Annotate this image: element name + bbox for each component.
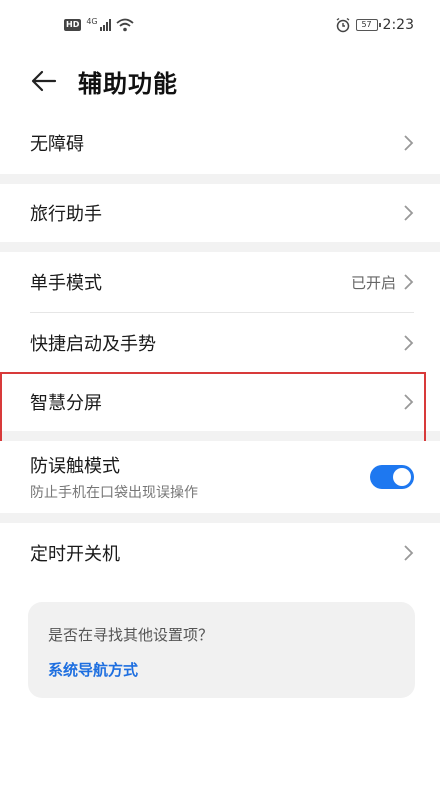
row-scheduled-power[interactable]: 定时开关机 — [0, 523, 440, 583]
row-label: 旅行助手 — [30, 204, 102, 225]
row-label: 定时开关机 — [30, 544, 120, 565]
chevron-right-icon — [404, 545, 414, 561]
row-subtitle: 防止手机在口袋出现误操作 — [30, 485, 198, 501]
row-one-hand-mode[interactable]: 单手模式 已开启 — [0, 252, 440, 312]
row-right — [402, 134, 414, 152]
hd-badge: HD — [64, 19, 82, 31]
row-smart-split[interactable]: 智慧分屏 — [0, 373, 440, 431]
section-gap — [0, 431, 440, 441]
arrow-left-icon — [31, 70, 57, 92]
signal-icon — [99, 19, 111, 31]
section-gap — [0, 242, 440, 252]
chevron-right-icon — [404, 394, 414, 410]
row-label: 防误触模式 — [30, 456, 120, 477]
row-quick-launch[interactable]: 快捷启动及手势 — [0, 313, 440, 373]
chevron-right-icon — [404, 335, 414, 351]
row-label: 无障碍 — [30, 134, 84, 155]
status-bar: HD 4G 57 2:23 — [0, 0, 440, 50]
alarm-icon — [336, 17, 349, 33]
section-gap — [0, 174, 440, 184]
help-card: 是否在寻找其他设置项？ 系统导航方式 — [28, 602, 415, 698]
row-accidental-touch: 防误触模式 防止手机在口袋出现误操作 — [0, 441, 440, 513]
row-right — [402, 204, 414, 222]
status-time: 2:23 — [382, 17, 414, 33]
wifi-icon — [116, 18, 134, 32]
status-value: 已开启 — [350, 273, 396, 292]
row-travel-assistant[interactable]: 旅行助手 — [0, 184, 440, 242]
status-left: HD 4G — [64, 16, 134, 32]
back-button[interactable] — [28, 65, 60, 97]
row-right: 已开启 — [351, 272, 414, 293]
chevron-right-icon — [404, 205, 414, 221]
row-label: 单手模式 — [30, 273, 102, 294]
row-label: 快捷启动及手势 — [30, 334, 156, 355]
page-header: 辅助功能 — [0, 50, 440, 112]
chevron-right-icon — [404, 135, 414, 151]
chevron-right-icon — [404, 274, 414, 290]
row-label: 智慧分屏 — [30, 393, 102, 414]
status-right: 57 2:23 — [335, 17, 414, 33]
page-title: 辅助功能 — [78, 69, 178, 98]
section-gap — [0, 513, 440, 523]
system-navigation-link[interactable]: 系统导航方式 — [48, 659, 395, 680]
network-type: 4G — [86, 16, 98, 26]
row-right — [402, 544, 414, 562]
settings-screen: HD 4G 57 2:23 辅助功能 无障碍 旅行助手 单手模式 已开启 快捷启… — [0, 0, 440, 800]
help-question: 是否在寻找其他设置项？ — [48, 626, 214, 644]
accidental-touch-toggle[interactable] — [370, 465, 414, 489]
toggle-knob — [393, 468, 411, 486]
row-right — [402, 334, 414, 352]
row-accessibility[interactable]: 无障碍 — [0, 112, 440, 174]
row-right — [402, 393, 414, 411]
battery-level: 57 — [361, 20, 372, 29]
row-text: 防误触模式 防止手机在口袋出现误操作 — [30, 452, 198, 502]
battery-icon: 57 — [355, 19, 381, 31]
